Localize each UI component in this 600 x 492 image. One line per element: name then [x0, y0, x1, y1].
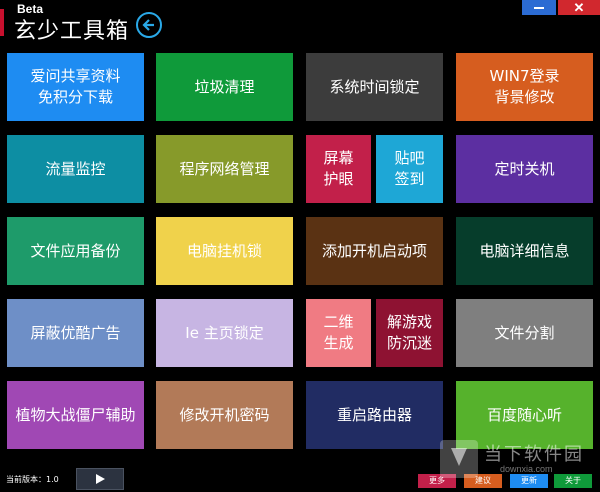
tool-tile-label: 系统时间锁定	[329, 77, 419, 98]
tool-tile-label-line: 爱问共享资料	[30, 67, 121, 85]
tool-tile-label-line: 屏幕	[323, 149, 354, 167]
tool-tile-label-line: 生成	[323, 334, 354, 352]
download-icon	[440, 440, 478, 478]
tool-tile-label-line: 二维	[323, 313, 354, 331]
tool-tile-label: 电脑详细信息	[479, 241, 569, 262]
tool-tile-label: 添加开机启动项	[322, 241, 427, 262]
arrow-left-icon	[142, 19, 154, 31]
tool-tile-label-line: 系统时间锁定	[329, 77, 420, 96]
minimize-button[interactable]	[522, 0, 556, 15]
tool-tile-label: 电脑挂机锁	[187, 241, 262, 262]
tool-tile-label-line: 流量监控	[45, 159, 106, 178]
back-button[interactable]	[136, 12, 162, 38]
tool-tile[interactable]: Ie 主页锁定	[156, 299, 293, 367]
tool-tile-label-line: 文件应用备份	[30, 241, 121, 260]
tool-tile-label-line: 程序网络管理	[179, 159, 270, 178]
tool-tile-label: 百度随心听	[487, 405, 562, 426]
tool-tile[interactable]: 屏蔽优酷广告	[7, 299, 144, 367]
tool-tile-label: 解游戏 防沉迷	[387, 312, 432, 354]
app-title: 玄少工具箱	[14, 19, 130, 44]
tool-tile-label-line: 屏蔽优酷广告	[30, 323, 121, 342]
tool-tile-label: 修改开机密码	[179, 405, 269, 426]
tool-tile-label-line: 签到	[394, 170, 425, 188]
tool-tile[interactable]: 解游戏 防沉迷	[376, 299, 443, 367]
tool-tile-label-line: 电脑挂机锁	[186, 241, 262, 260]
play-button[interactable]	[76, 468, 124, 490]
tool-tile-label-line: Ie 主页锁定	[185, 323, 264, 342]
tool-tile[interactable]: 添加开机启动项	[306, 217, 443, 285]
tool-tile-label-line: 背景修改	[494, 88, 555, 106]
tool-tile-label: Ie 主页锁定	[185, 323, 263, 344]
tool-tile-label: 重启路由器	[337, 405, 412, 426]
tool-tile-label: 流量监控	[45, 159, 105, 180]
watermark-url: downxia.com	[500, 464, 553, 474]
tool-tile[interactable]: 百度随心听	[456, 381, 593, 449]
tool-tile-label-line: 电脑详细信息	[479, 241, 570, 260]
tool-tile-label: 文件分割	[494, 323, 554, 344]
tool-tile-label: 文件应用备份	[30, 241, 120, 262]
tool-tile-label-line: 文件分割	[494, 323, 555, 342]
version-label: 当前版本：1.0	[6, 475, 59, 484]
tool-tile-label: 程序网络管理	[179, 159, 269, 180]
tool-tile-label: 爱问共享资料 免积分下载	[30, 66, 120, 108]
tool-tile[interactable]: 爱问共享资料 免积分下载	[7, 53, 144, 121]
tool-tile[interactable]: 植物大战僵尸辅助	[7, 381, 144, 449]
tool-tile[interactable]: 文件分割	[456, 299, 593, 367]
tool-tile[interactable]: 垃圾清理	[156, 53, 293, 121]
tool-tile-label: 垃圾清理	[194, 77, 254, 98]
title-accent-bar	[0, 9, 4, 36]
tool-tile[interactable]: 屏幕 护眼	[306, 135, 371, 203]
tool-tile-label: 植物大战僵尸辅助	[15, 405, 135, 426]
tool-tile[interactable]: 二维 生成	[306, 299, 371, 367]
tool-tile[interactable]: 贴吧 签到	[376, 135, 443, 203]
tool-tile[interactable]: 电脑详细信息	[456, 217, 593, 285]
tool-tile-label: 贴吧 签到	[394, 148, 424, 190]
watermark-text: 当下软件园	[484, 444, 584, 465]
tool-tile[interactable]: 流量监控	[7, 135, 144, 203]
tool-tile[interactable]: 文件应用备份	[7, 217, 144, 285]
watermark: 当下软件园 downxia.com	[440, 440, 590, 480]
tool-tile[interactable]: WIN7登录 背景修改	[456, 53, 593, 121]
tool-tile-label-line: 百度随心听	[486, 405, 562, 424]
close-button[interactable]: ✕	[558, 0, 600, 15]
tool-tile-label-line: WIN7登录	[489, 67, 560, 85]
tool-tile-label: 定时关机	[494, 159, 554, 180]
tool-tile[interactable]: 系统时间锁定	[306, 53, 443, 121]
tool-tile-label-line: 护眼	[323, 170, 354, 188]
tool-tile-label-line: 修改开机密码	[179, 405, 270, 424]
tool-tile-label-line: 防沉迷	[386, 334, 432, 352]
tool-tile-label-line: 解游戏	[386, 313, 432, 331]
tool-tile-label: 二维 生成	[323, 312, 353, 354]
tool-tile-label: 屏幕 护眼	[323, 148, 353, 190]
tool-tile-label-line: 垃圾清理	[194, 77, 255, 96]
tool-tile[interactable]: 程序网络管理	[156, 135, 293, 203]
tool-tile-label-line: 添加开机启动项	[321, 241, 427, 260]
tool-tile-label-line: 重启路由器	[336, 405, 412, 424]
tool-tile[interactable]: 定时关机	[456, 135, 593, 203]
tool-tile-label-line: 定时关机	[494, 159, 555, 178]
tool-tile-label-line: 贴吧	[394, 149, 425, 167]
tool-tile-label: WIN7登录 背景修改	[489, 66, 559, 108]
tool-tile-label-line: 植物大战僵尸辅助	[15, 405, 136, 424]
tool-tile-label: 屏蔽优酷广告	[30, 323, 120, 344]
tool-tile[interactable]: 重启路由器	[306, 381, 443, 449]
tool-tile[interactable]: 电脑挂机锁	[156, 217, 293, 285]
tool-tile[interactable]: 修改开机密码	[156, 381, 293, 449]
tool-tile-label-line: 免积分下载	[37, 88, 113, 106]
